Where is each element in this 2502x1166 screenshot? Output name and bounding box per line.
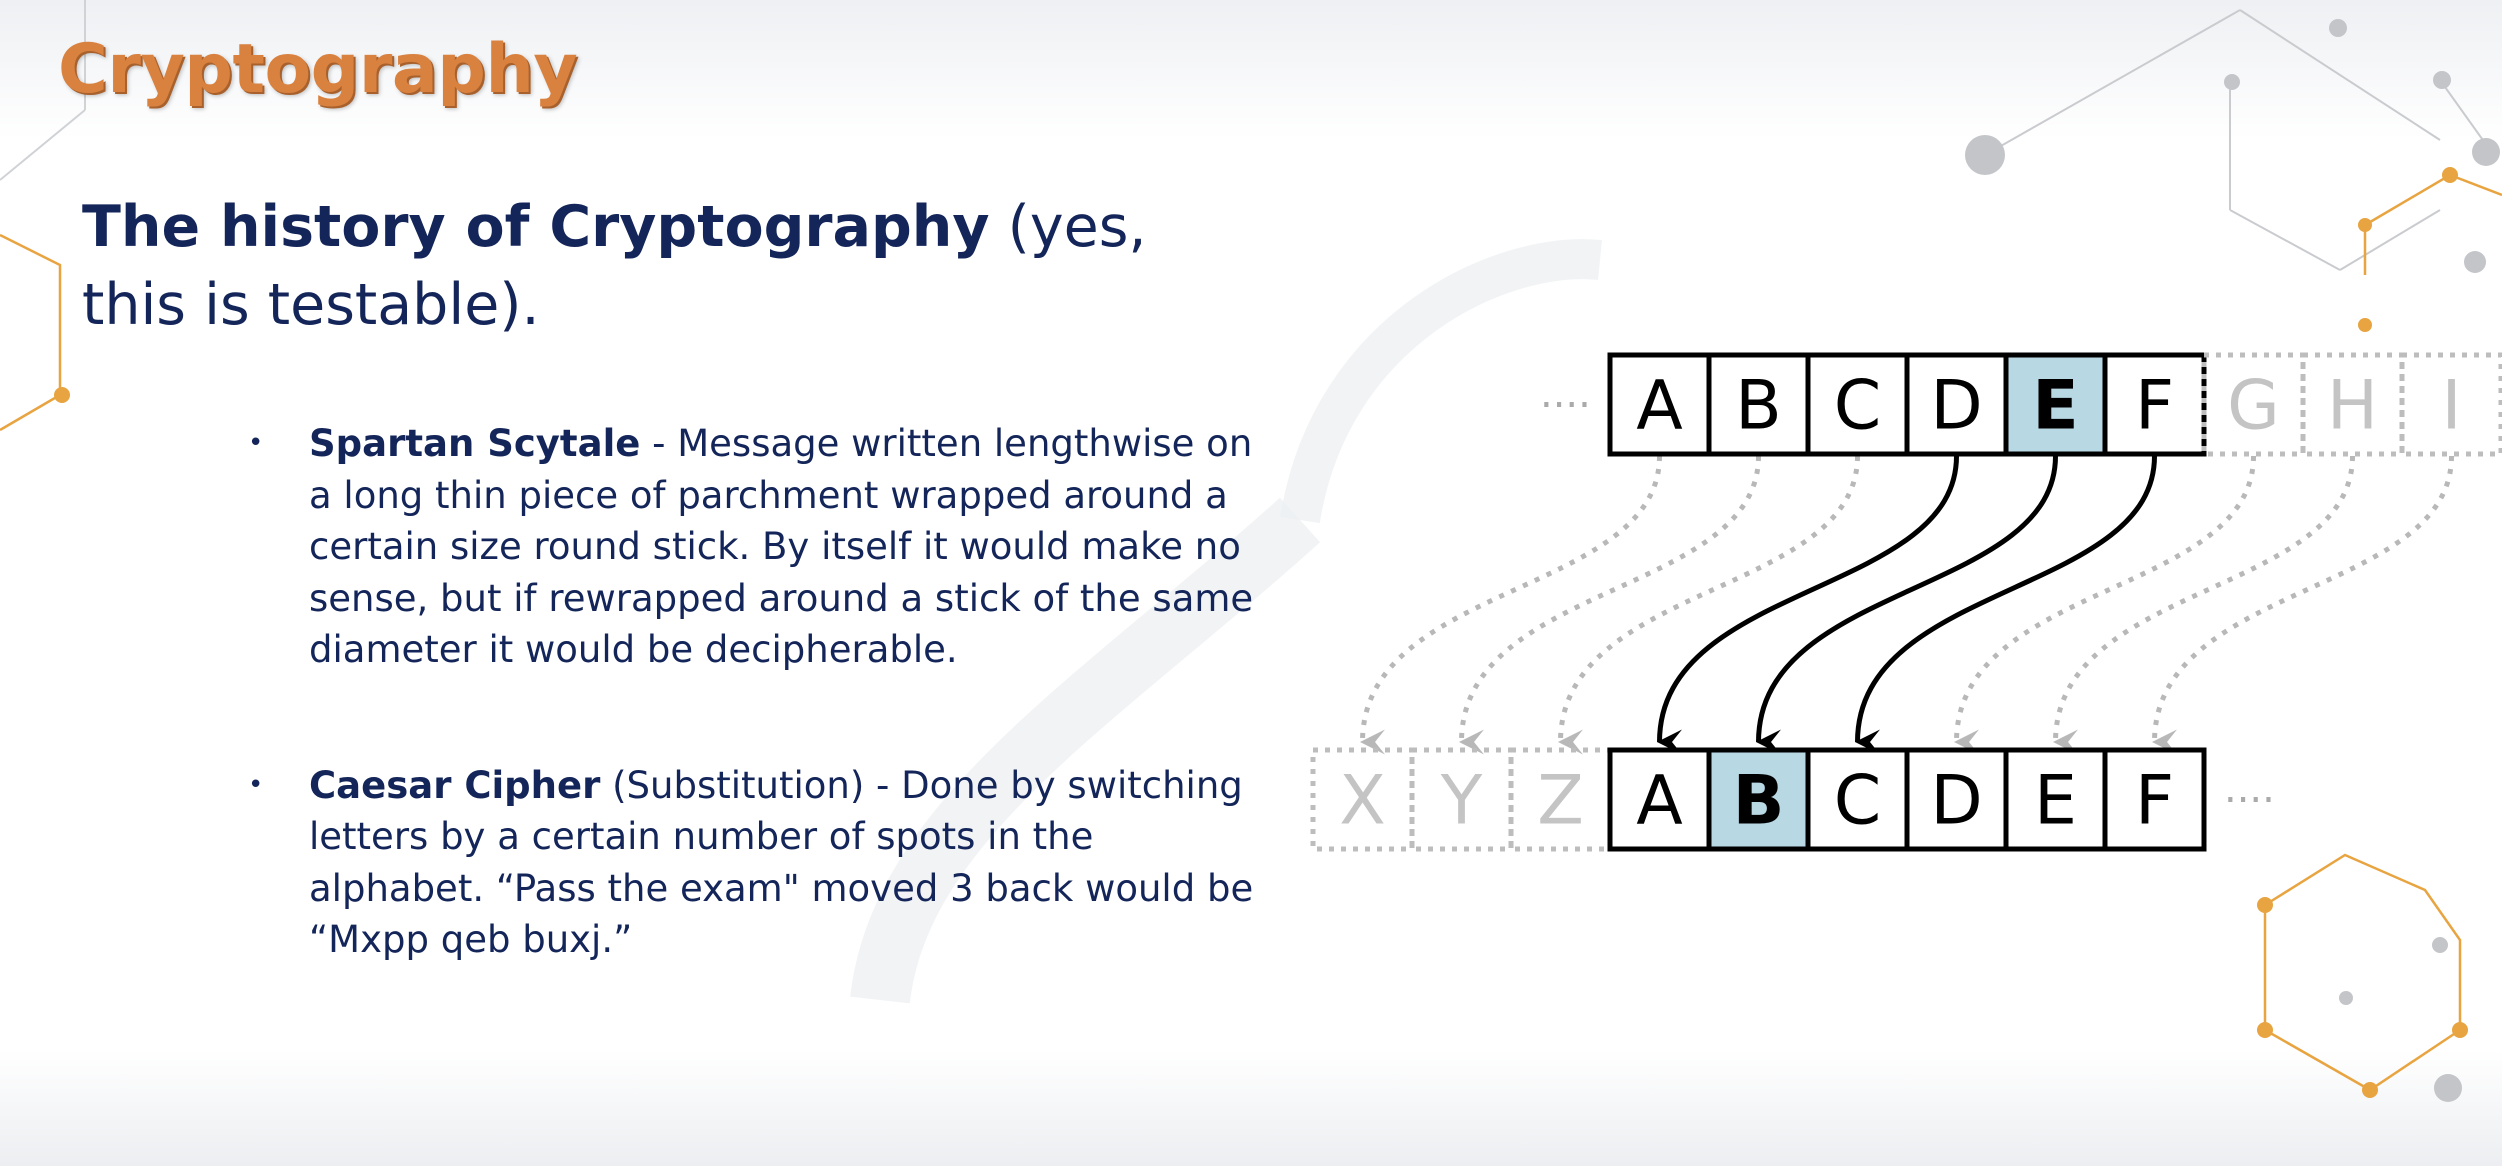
cipher-letter: X bbox=[1339, 762, 1386, 841]
cipher-letter: E bbox=[2034, 762, 2077, 841]
shift-arrow bbox=[1756, 455, 2058, 755]
plaintext-row: ···· A B C D E F G H I bbox=[1540, 352, 2502, 457]
cipher-letter: B bbox=[1733, 762, 1785, 841]
slide-heading: The history of Cryptography (yes, this i… bbox=[82, 188, 1242, 344]
ellipsis-left: ···· bbox=[1540, 383, 1591, 429]
bullet-term: Spartan Scytale bbox=[309, 422, 641, 465]
cipher-letter: C bbox=[1834, 762, 1881, 841]
cipher-letter: D bbox=[1930, 367, 1982, 446]
shift-arrow bbox=[1855, 455, 2157, 755]
cipher-letter: F bbox=[2135, 762, 2174, 841]
cipher-letter: E bbox=[2032, 367, 2078, 446]
ciphertext-row: X Y Z A B C D E F ···· bbox=[1310, 747, 2275, 852]
cipher-letter: C bbox=[1834, 367, 1881, 446]
bullet-term: Caesar Cipher bbox=[309, 763, 601, 807]
top-letter-box: D bbox=[1904, 352, 2009, 457]
cipher-letter: B bbox=[1735, 367, 1782, 446]
bottom-faded-letter-box: X bbox=[1310, 747, 1415, 852]
cipher-letter: Z bbox=[1537, 762, 1584, 841]
cipher-letter: G bbox=[2227, 367, 2280, 446]
bottom-letter-box: B bbox=[1706, 747, 1811, 852]
bottom-letter-box: D bbox=[1904, 747, 2009, 852]
bottom-letter-box: E bbox=[2003, 747, 2108, 852]
bottom-letter-box: A bbox=[1607, 747, 1712, 852]
bullet-dot-icon: • bbox=[248, 769, 264, 800]
shift-arrow-faded bbox=[1459, 455, 1761, 755]
shift-arrow-faded bbox=[1954, 455, 2256, 755]
top-letter-box: F bbox=[2102, 352, 2207, 457]
slide-title: Cryptography bbox=[58, 30, 578, 109]
cipher-letter: F bbox=[2135, 367, 2174, 446]
shift-arrow-faded bbox=[1360, 455, 1662, 755]
top-faded-letter-box: G bbox=[2201, 352, 2306, 457]
shift-arrow-faded bbox=[2053, 455, 2355, 755]
shift-arrows bbox=[1360, 455, 2454, 755]
top-faded-letter-box: H bbox=[2300, 352, 2405, 457]
cipher-letter: A bbox=[1636, 762, 1683, 841]
cipher-letter: I bbox=[2441, 367, 2461, 446]
top-letter-box: C bbox=[1805, 352, 1910, 457]
bottom-letter-box: C bbox=[1805, 747, 1910, 852]
shift-arrow bbox=[1657, 455, 1959, 755]
heading-bold: The history of Cryptography bbox=[82, 194, 990, 260]
shift-arrow-faded bbox=[1558, 455, 1860, 755]
ellipsis-right: ···· bbox=[2224, 778, 2275, 824]
bottom-faded-letter-box: Z bbox=[1508, 747, 1613, 852]
cipher-letter: D bbox=[1930, 762, 1982, 841]
bullet-spartan-scytale: • Spartan Scytale - Message written lengt… bbox=[240, 418, 1260, 676]
bottom-letter-box: F bbox=[2102, 747, 2207, 852]
top-letter-box: B bbox=[1706, 352, 1811, 457]
bullet-list: • Spartan Scytale - Message written lengt… bbox=[240, 418, 1260, 966]
cipher-letter: A bbox=[1636, 367, 1683, 446]
shift-arrow-faded bbox=[2152, 455, 2454, 755]
cipher-letter: H bbox=[2327, 367, 2378, 446]
top-letter-box: A bbox=[1607, 352, 1712, 457]
top-faded-letter-box: I bbox=[2399, 352, 2502, 457]
bullet-caesar-cipher: • Caesar Cipher (Substitution) - Done by … bbox=[240, 760, 1260, 966]
top-letter-box: E bbox=[2003, 352, 2108, 457]
bottom-faded-letter-box: Y bbox=[1409, 747, 1514, 852]
cipher-letter: Y bbox=[1440, 762, 1483, 841]
caesar-cipher-diagram: ···· A B C D E F G H I X Y Z A B C D E F ···· bbox=[1310, 352, 2502, 852]
bullet-dot-icon: • bbox=[248, 428, 264, 458]
